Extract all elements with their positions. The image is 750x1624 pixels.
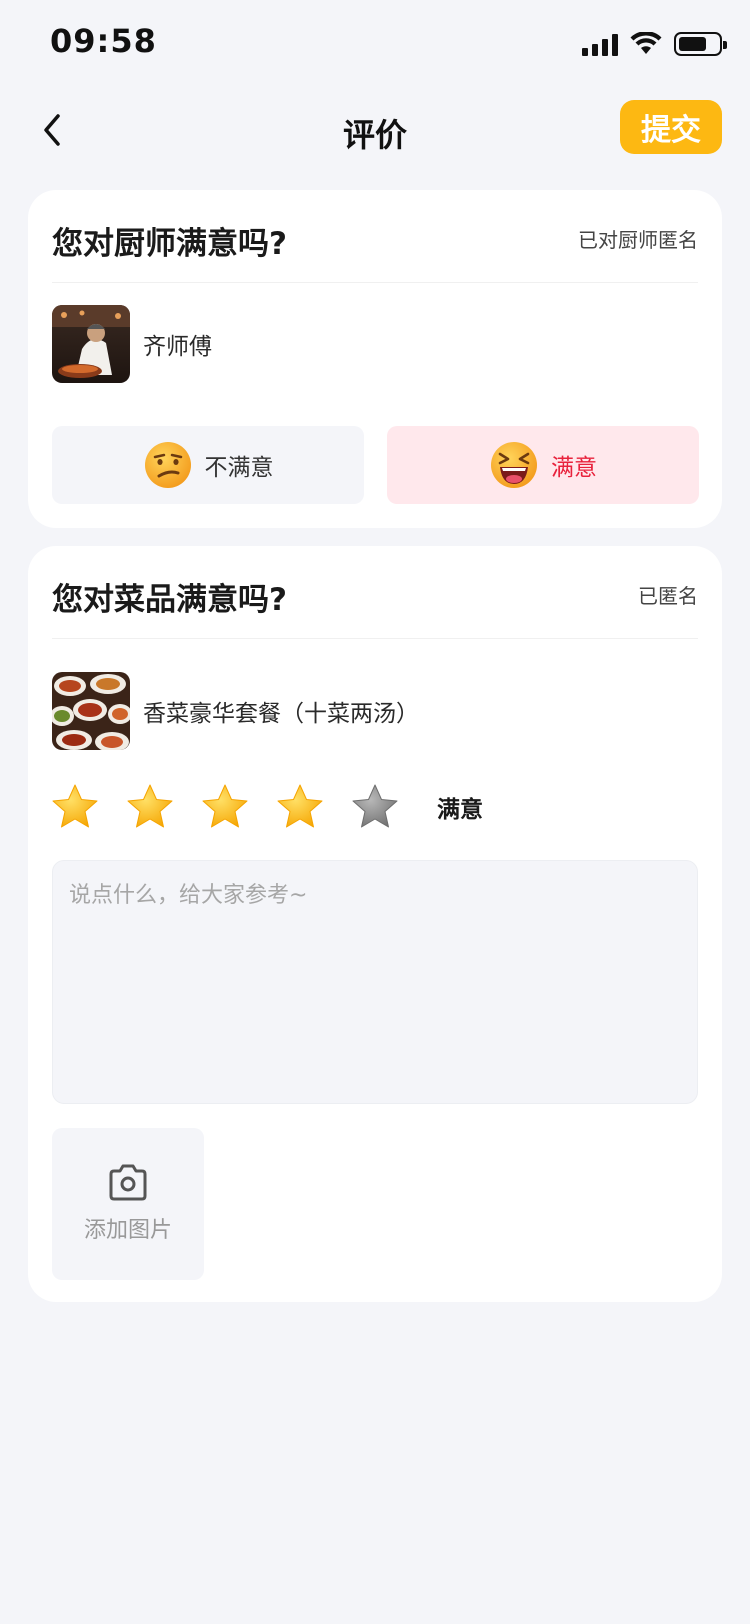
star-filled-icon[interactable] xyxy=(200,782,250,832)
star-empty-icon[interactable] xyxy=(350,782,400,832)
satisfied-label: 满意 xyxy=(551,455,597,481)
add-image-label: 添加图片 xyxy=(83,1218,172,1243)
status-icons xyxy=(582,28,727,60)
chef-name: 齐师傅 xyxy=(143,334,212,360)
submit-button[interactable]: 提交 xyxy=(620,100,722,154)
star-filled-icon[interactable] xyxy=(275,782,325,832)
star-rating: 满意 xyxy=(50,782,483,832)
chef-avatar xyxy=(52,305,130,383)
comment-input[interactable] xyxy=(52,860,698,1104)
status-time: 09:58 xyxy=(50,22,157,60)
dish-card-header: 您对菜品满意吗? 已匿名 xyxy=(52,546,698,639)
unsatisfied-label: 不满意 xyxy=(204,455,274,481)
battery-icon xyxy=(674,32,727,56)
camera-icon xyxy=(109,1164,147,1201)
signal-icon xyxy=(582,32,618,56)
nav-bar: 评价 提交 xyxy=(0,90,750,174)
dish-card-title: 您对菜品满意吗? xyxy=(52,582,287,618)
unsatisfied-button[interactable]: 不满意 xyxy=(52,426,364,504)
dish-thumbnail xyxy=(52,672,130,750)
confused-face-icon xyxy=(144,442,191,488)
satisfied-button[interactable]: 满意 xyxy=(387,426,699,504)
chef-anonymous-toggle[interactable]: 已对厨师匿名 xyxy=(578,224,698,253)
chef-card-header: 您对厨师满意吗? 已对厨师匿名 xyxy=(52,190,698,283)
star-filled-icon[interactable] xyxy=(125,782,175,832)
dish-review-card: 您对菜品满意吗? 已匿名 香菜豪华套餐（十菜两汤） 满意 添加图片 xyxy=(28,546,722,1302)
dish-name: 香菜豪华套餐（十菜两汤） xyxy=(143,701,419,727)
chef-card-title: 您对厨师满意吗? xyxy=(52,226,287,262)
star-filled-icon[interactable] xyxy=(50,782,100,832)
dish-anonymous-toggle[interactable]: 已匿名 xyxy=(638,580,698,609)
laughing-face-icon xyxy=(491,442,537,488)
chef-row: 齐师傅 xyxy=(52,305,212,383)
add-image-button[interactable]: 添加图片 xyxy=(52,1128,204,1280)
rating-label: 满意 xyxy=(437,797,483,823)
dish-row: 香菜豪华套餐（十菜两汤） xyxy=(52,672,419,750)
status-bar: 09:58 xyxy=(0,0,750,88)
chef-review-card: 您对厨师满意吗? 已对厨师匿名 齐师傅 不满意 满意 xyxy=(28,190,722,528)
wifi-icon xyxy=(630,32,662,54)
